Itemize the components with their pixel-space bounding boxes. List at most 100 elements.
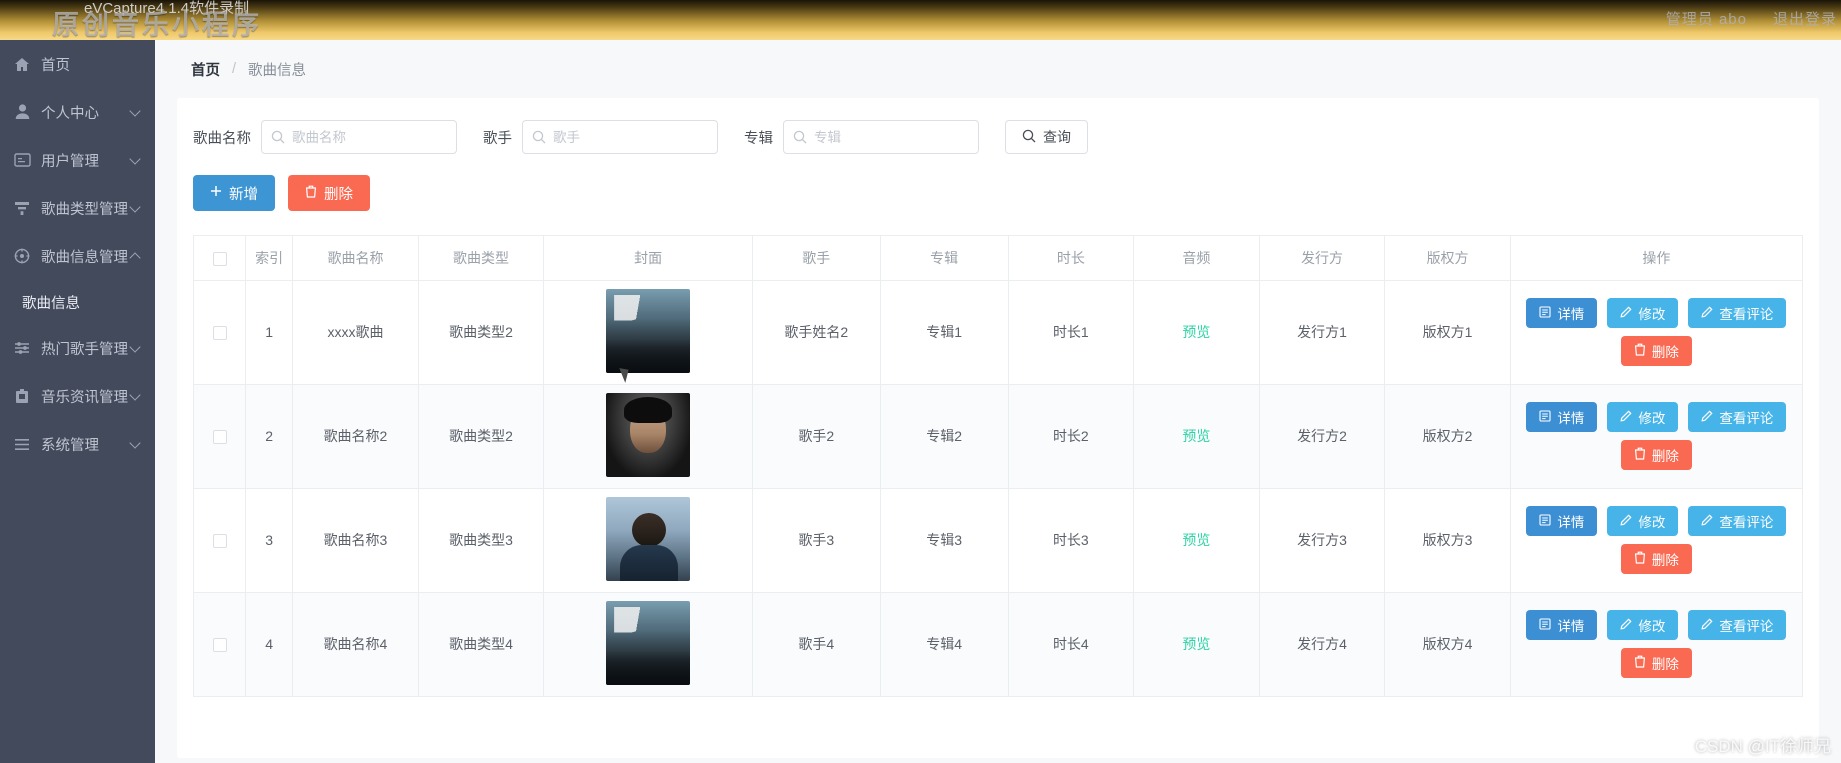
row-action-group: 详情 修改 查看评论删除 bbox=[1517, 402, 1796, 470]
search-icon bbox=[532, 130, 546, 144]
query-button-label: 查询 bbox=[1043, 129, 1071, 145]
sidebar-item-label: 音乐资讯管理 bbox=[41, 389, 128, 406]
edit-button[interactable]: 修改 bbox=[1607, 402, 1679, 432]
singer-input[interactable] bbox=[553, 129, 707, 145]
cell-song-type: 歌曲类型2 bbox=[418, 280, 545, 385]
top-banner: eVCapture4.1.4软件录制 原创音乐小程序 管理员 abo 退出登录 bbox=[0, 0, 1841, 40]
songs-table-wrap: 索引 歌曲名称 歌曲类型 封面 歌手 专辑 时长 音频 发行方 版权方 操作 1… bbox=[193, 235, 1803, 697]
sidebar-item-song-type-management[interactable]: 歌曲类型管理 bbox=[0, 184, 155, 232]
trash-icon bbox=[1634, 343, 1646, 359]
search-label-singer: 歌手 bbox=[483, 130, 512, 147]
cell-singer: 歌手4 bbox=[752, 592, 881, 697]
cell-duration: 时长4 bbox=[1008, 592, 1135, 697]
sidebar-item-system-management[interactable]: 系统管理 bbox=[0, 420, 155, 468]
cell-album: 专辑2 bbox=[880, 384, 1009, 489]
sidebar-subitem-song-info[interactable]: 歌曲信息 bbox=[0, 280, 155, 324]
detail-button[interactable]: 详情 bbox=[1526, 298, 1598, 328]
sliders-icon bbox=[12, 339, 32, 357]
cell-cover bbox=[543, 280, 753, 385]
search-icon bbox=[793, 130, 807, 144]
row-checkbox[interactable] bbox=[212, 326, 227, 341]
row-action-group: 详情 修改 查看评论删除 bbox=[1517, 506, 1796, 574]
album-input-wrap[interactable] bbox=[783, 120, 979, 154]
view-comments-button[interactable]: 查看评论 bbox=[1688, 506, 1787, 536]
audio-preview-link[interactable]: 预览 bbox=[1182, 324, 1210, 340]
cell-publisher: 发行方1 bbox=[1259, 280, 1386, 385]
edit-button[interactable]: 修改 bbox=[1607, 506, 1679, 536]
detail-button[interactable]: 详情 bbox=[1526, 506, 1598, 536]
trash-icon bbox=[1634, 447, 1646, 463]
query-button[interactable]: 查询 bbox=[1005, 120, 1088, 154]
col-operations: 操作 bbox=[1510, 236, 1802, 281]
view-comments-button[interactable]: 查看评论 bbox=[1688, 610, 1787, 640]
cell-operations: 详情 修改 查看评论删除 bbox=[1510, 592, 1802, 697]
cell-audio: 预览 bbox=[1133, 592, 1260, 697]
row-checkbox[interactable] bbox=[212, 534, 227, 549]
col-song-name: 歌曲名称 bbox=[292, 236, 419, 281]
cell-publisher: 发行方3 bbox=[1259, 488, 1386, 593]
cell-operations: 详情 修改 查看评论删除 bbox=[1510, 384, 1802, 489]
sidebar-item-user-management[interactable]: 用户管理 bbox=[0, 136, 155, 184]
batch-delete-button[interactable]: 删除 bbox=[288, 175, 370, 211]
col-album: 专辑 bbox=[880, 236, 1009, 281]
disc-icon bbox=[12, 247, 32, 265]
cell-song-type: 歌曲类型2 bbox=[418, 384, 545, 489]
song-name-input[interactable] bbox=[292, 129, 446, 145]
view-comments-button[interactable]: 查看评论 bbox=[1688, 402, 1787, 432]
edit-button[interactable]: 修改 bbox=[1607, 610, 1679, 640]
row-checkbox[interactable] bbox=[212, 638, 227, 653]
cover-image[interactable] bbox=[606, 392, 691, 477]
cell-album: 专辑1 bbox=[880, 280, 1009, 385]
breadcrumb-home[interactable]: 首页 bbox=[191, 59, 220, 80]
cover-image[interactable] bbox=[606, 496, 691, 581]
delete-button[interactable]: 删除 bbox=[1620, 648, 1692, 678]
edit-button[interactable]: 修改 bbox=[1607, 298, 1679, 328]
main-content: 首页 / 歌曲信息 歌曲名称 歌手 bbox=[155, 40, 1841, 763]
delete-button[interactable]: 删除 bbox=[1620, 544, 1692, 574]
select-all-checkbox[interactable] bbox=[212, 251, 227, 266]
delete-button[interactable]: 删除 bbox=[1620, 440, 1692, 470]
chevron-down-icon bbox=[129, 201, 141, 213]
cell-album: 专辑3 bbox=[880, 488, 1009, 593]
singer-input-wrap[interactable] bbox=[522, 120, 718, 154]
search-icon bbox=[271, 130, 285, 144]
song-name-input-wrap[interactable] bbox=[261, 120, 457, 154]
cell-copyright: 版权方1 bbox=[1384, 280, 1511, 385]
breadcrumb: 首页 / 歌曲信息 bbox=[155, 40, 1841, 98]
edit-button-label: 修改 bbox=[1638, 515, 1666, 530]
filter-icon bbox=[12, 199, 32, 217]
col-duration: 时长 bbox=[1008, 236, 1135, 281]
sidebar-item-hot-singer-management[interactable]: 热门歌手管理 bbox=[0, 324, 155, 372]
delete-button[interactable]: 删除 bbox=[1620, 336, 1692, 366]
app-root: eVCapture4.1.4软件录制 原创音乐小程序 管理员 abo 退出登录 … bbox=[0, 0, 1841, 763]
detail-button[interactable]: 详情 bbox=[1526, 610, 1598, 640]
cell-copyright: 版权方3 bbox=[1384, 488, 1511, 593]
row-checkbox[interactable] bbox=[212, 430, 227, 445]
list-icon bbox=[1539, 617, 1551, 633]
sidebar-item-profile[interactable]: 个人中心 bbox=[0, 88, 155, 136]
sidebar-item-music-news-management[interactable]: 音乐资讯管理 bbox=[0, 372, 155, 420]
audio-preview-link[interactable]: 预览 bbox=[1182, 532, 1210, 548]
search-label-song-name: 歌曲名称 bbox=[193, 130, 251, 147]
view-comments-button[interactable]: 查看评论 bbox=[1688, 298, 1787, 328]
col-copyright: 版权方 bbox=[1384, 236, 1511, 281]
audio-preview-link[interactable]: 预览 bbox=[1182, 636, 1210, 652]
sidebar-item-home[interactable]: 首页 bbox=[0, 40, 155, 88]
cell-index: 3 bbox=[245, 488, 294, 593]
view-comments-button-label: 查看评论 bbox=[1719, 515, 1774, 530]
cover-image[interactable] bbox=[606, 288, 691, 373]
trash-icon bbox=[1634, 655, 1646, 671]
album-input[interactable] bbox=[814, 129, 968, 145]
detail-button[interactable]: 详情 bbox=[1526, 402, 1598, 432]
sidebar-item-label: 歌曲信息管理 bbox=[41, 249, 128, 266]
news-icon bbox=[12, 387, 32, 405]
cover-image[interactable] bbox=[606, 600, 691, 685]
batch-delete-button-label: 删除 bbox=[324, 186, 353, 203]
pencil-icon bbox=[1620, 305, 1632, 321]
col-cover: 封面 bbox=[543, 236, 753, 281]
add-button[interactable]: 新增 bbox=[193, 175, 275, 211]
logout-link[interactable]: 退出登录 bbox=[1773, 8, 1837, 29]
list-icon bbox=[1539, 409, 1551, 425]
sidebar-item-song-info-management[interactable]: 歌曲信息管理 bbox=[0, 232, 155, 280]
audio-preview-link[interactable]: 预览 bbox=[1182, 428, 1210, 444]
